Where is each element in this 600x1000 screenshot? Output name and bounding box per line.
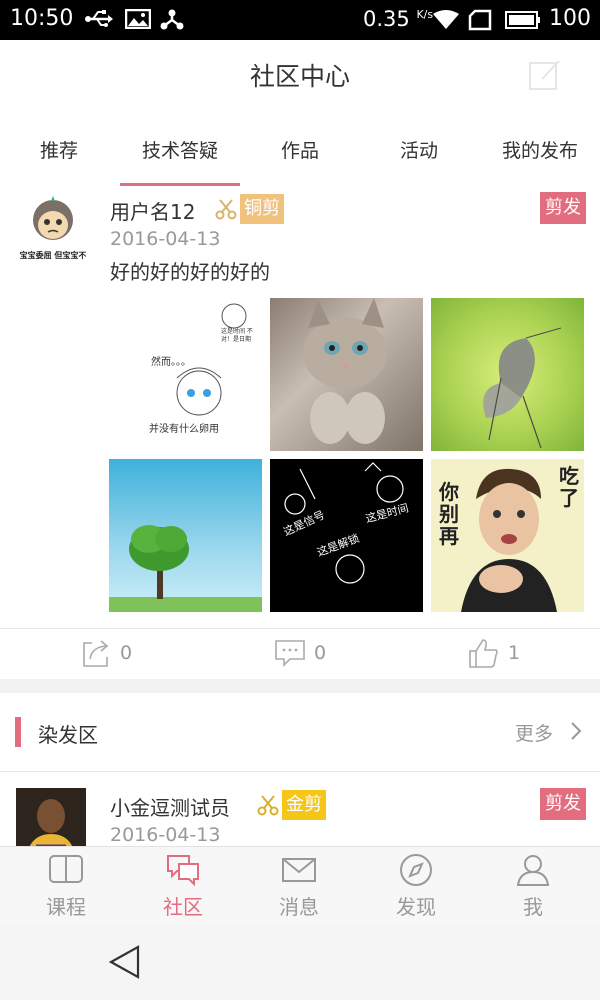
nav-label: 消息 (279, 895, 319, 919)
tab-recommend[interactable]: 推荐 (40, 136, 78, 163)
tab-works[interactable]: 作品 (281, 136, 319, 163)
nav-item-messages[interactable]: 消息 (249, 853, 349, 920)
nav-item-community[interactable]: 社区 (133, 853, 233, 920)
scissors-icon (257, 795, 279, 816)
chat-bubbles-icon (167, 855, 199, 887)
nav-label: 发现 (396, 895, 436, 919)
back-triangle-icon[interactable] (108, 944, 142, 980)
butterfly-image (483, 327, 562, 449)
nav-item-course[interactable]: 课程 (16, 853, 116, 920)
share-action[interactable]: 0 (80, 637, 132, 669)
system-nav-bar (0, 926, 600, 1000)
comment-count: 0 (314, 642, 327, 664)
kitten-image (303, 298, 387, 444)
rank-badge: 铜剪 (240, 194, 284, 224)
book-icon (49, 855, 83, 883)
net-speed: 0.35 K/s (363, 7, 434, 31)
section-divider (0, 679, 600, 693)
post-actions: 0 0 1 (0, 628, 600, 680)
like-count: 1 (508, 642, 521, 664)
battery-level: 100 (549, 6, 591, 31)
share-icon (83, 640, 109, 667)
tree-image (109, 525, 262, 612)
scissors-icon (215, 199, 237, 220)
post-username[interactable]: 用户名12 (110, 196, 195, 225)
post-content: 好的好的好的好的 (110, 260, 270, 284)
tab-activities[interactable]: 活动 (400, 136, 438, 163)
status-time: 10:50 (10, 6, 74, 31)
post-photo[interactable]: 你别再 吃了 (431, 459, 584, 612)
avatar[interactable] (16, 788, 86, 846)
person-icon (516, 855, 550, 886)
rank-badge: 金剪 (282, 790, 326, 820)
post-photo[interactable]: 这是时间 不对！是日期 然而。。。 并没有什么卵用 (109, 298, 262, 451)
nav-item-me[interactable]: 我 (483, 853, 583, 920)
post-photo[interactable] (431, 298, 584, 451)
avatar[interactable]: 宝宝委屈 但宝宝不说 (18, 192, 88, 262)
envelope-icon (282, 858, 316, 882)
post-date: 2016-04-13 (110, 228, 221, 250)
page-title: 社区中心 (249, 62, 350, 91)
post-photo[interactable] (109, 459, 262, 612)
avatar-caption: 宝宝委屈 但宝宝不说 (19, 251, 87, 260)
usb-icon (85, 10, 113, 27)
category-tag[interactable]: 剪发 (540, 192, 586, 224)
comment-action[interactable]: 0 (274, 637, 326, 669)
comment-icon (275, 640, 305, 667)
nav-item-discover[interactable]: 发现 (366, 853, 466, 920)
nav-label: 我 (523, 895, 543, 919)
wifi-icon (433, 10, 459, 29)
chevron-right-icon[interactable] (568, 720, 584, 742)
thumbs-up-icon (469, 639, 498, 668)
section-header: 染发区 更多 (0, 693, 600, 772)
nav-label: 课程 (46, 895, 86, 919)
bottom-nav: 课程 社区 消息 发现 我 (0, 846, 600, 927)
share-count: 0 (120, 642, 133, 664)
image-icon (125, 9, 151, 29)
like-action[interactable]: 1 (468, 637, 520, 669)
edit-icon[interactable] (528, 57, 562, 91)
post-card[interactable]: 宝宝委屈 但宝宝不说 用户名12 铜剪 剪发 2016-04-13 好的好的好的… (0, 186, 600, 676)
section-marker (15, 717, 21, 747)
share-nodes-icon (160, 9, 184, 30)
app-header: 社区中心 (0, 40, 600, 111)
avatar-image (16, 788, 86, 846)
status-bar: 10:50 0.35 K/s 100 (0, 0, 600, 40)
sim-icon (468, 9, 492, 31)
category-tabs: 推荐 技术答疑 作品 活动 我的发布 (0, 110, 600, 186)
tab-my-posts[interactable]: 我的发布 (502, 136, 578, 163)
post-photo[interactable] (270, 298, 423, 451)
compass-icon (400, 854, 432, 886)
post-username[interactable]: 小金逗测试员 (110, 792, 230, 821)
category-tag[interactable]: 剪发 (540, 788, 586, 820)
nav-label: 社区 (163, 895, 203, 919)
post-photo[interactable]: 这是信号 这是时间 这是解锁 (270, 459, 423, 612)
post-date: 2016-04-13 (110, 824, 221, 846)
tab-tech-qa[interactable]: 技术答疑 (142, 136, 218, 163)
post-card[interactable]: 小金逗测试员 金剪 剪发 2016-04-13 (0, 772, 600, 846)
section-title: 染发区 (38, 723, 98, 747)
more-link[interactable]: 更多 (515, 719, 553, 746)
battery-icon (505, 11, 540, 29)
